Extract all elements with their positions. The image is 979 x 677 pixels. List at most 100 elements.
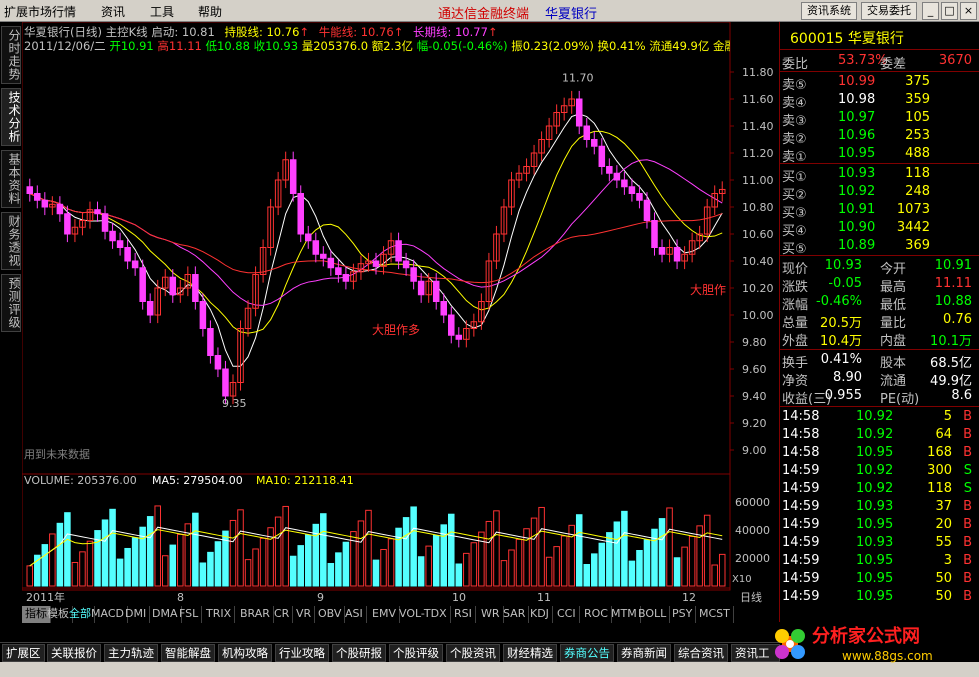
volume-bar <box>109 508 116 587</box>
indicator-tab[interactable]: CR <box>271 606 294 623</box>
stat-value: 0.76 <box>943 312 972 327</box>
tick-price: 10.95 <box>856 553 894 568</box>
tab-intraday[interactable]: 分时走势 <box>1 26 21 84</box>
stat-value: 10.88 <box>934 294 972 309</box>
indicator-tab[interactable]: VOL-TDX <box>396 606 451 623</box>
candle <box>575 98 583 127</box>
volume-bar <box>387 538 395 587</box>
tab-forecast[interactable]: 预测评级 <box>1 274 21 332</box>
menu-tools[interactable]: 工具 <box>150 3 174 20</box>
chart-canvas[interactable]: 11.80 11.60 11.40 11.20 11.00 10.80 10.60 10.40… <box>22 22 780 606</box>
indicator-tab[interactable]: CCI <box>554 606 580 623</box>
fund-value: 8.6 <box>951 388 972 403</box>
kline-float: 流通49.9亿 <box>649 39 710 52</box>
info-tab[interactable]: 财经精选 <box>503 644 557 662</box>
tick-volume: 55 <box>935 535 952 550</box>
kline-high: 高11.11 <box>157 39 202 52</box>
volume-bar <box>214 541 222 587</box>
indicator-tab[interactable]: VR <box>293 606 316 623</box>
indicator-tab[interactable]: PSY <box>669 606 697 623</box>
volume-bar <box>154 505 161 587</box>
volume-bar <box>86 540 94 587</box>
sell-price: 10.97 <box>838 110 876 125</box>
tick-volume: 20 <box>935 517 952 532</box>
kline-date: 2011/12/06/二 <box>24 39 106 52</box>
candle <box>673 247 681 262</box>
info-tab[interactable]: 关联报价 <box>47 644 101 662</box>
candle <box>372 260 380 267</box>
indicator-tab[interactable]: RSI <box>451 606 476 623</box>
indicator-tab[interactable]: BRAR <box>237 606 274 623</box>
sell-price: 10.96 <box>838 128 876 143</box>
minimize-icon[interactable]: _ <box>922 2 939 20</box>
info-tab[interactable]: 主力轨迹 <box>104 644 158 662</box>
indicator-tab[interactable]: DMI <box>122 606 151 623</box>
info-tab[interactable]: 智能解盘 <box>161 644 215 662</box>
kline-close: 收10.93 <box>253 39 299 52</box>
buy-price: 10.90 <box>838 220 876 235</box>
indicator-tab[interactable]: TRIX <box>203 606 236 623</box>
buy-volume: 369 <box>905 238 930 253</box>
candle <box>94 209 101 215</box>
indicator-tab[interactable]: BOLL <box>635 606 671 623</box>
tab-fundamental[interactable]: 基本资料 <box>1 150 21 208</box>
tab-technical[interactable]: 技术分析 <box>1 88 21 146</box>
info-tab[interactable]: 个股评级 <box>389 644 443 662</box>
menu-help[interactable]: 帮助 <box>198 3 222 20</box>
volume-bar <box>718 553 726 587</box>
menu-extended-market[interactable]: 扩展市场行情 <box>4 3 76 20</box>
volume-bar <box>417 556 425 587</box>
info-tab[interactable]: 个股资讯 <box>446 644 500 662</box>
volume-bar <box>455 563 463 587</box>
tick-volume: 37 <box>935 499 952 514</box>
annot-dadan-2: 大胆作 <box>690 283 726 297</box>
volume-bar <box>448 513 455 587</box>
candle <box>410 267 417 282</box>
info-tab[interactable]: 券商新闻 <box>617 644 671 662</box>
candle <box>643 199 651 221</box>
sell-volume: 359 <box>905 92 930 107</box>
close-icon[interactable]: × <box>960 2 977 20</box>
period-label[interactable]: 日线 <box>740 590 762 604</box>
volume-bar <box>530 517 538 587</box>
candle <box>395 240 402 262</box>
candle <box>304 233 312 242</box>
indicator-tab[interactable]: OBV <box>315 606 346 623</box>
chart-pane[interactable]: 11.80 11.60 11.40 11.20 11.00 10.80 10.60 10.40… <box>22 22 774 604</box>
logo-text: 分析家公式网 <box>812 625 920 647</box>
info-tab[interactable]: 扩展区 <box>2 644 45 662</box>
buy-price: 10.89 <box>838 238 876 253</box>
app-title: 通达信金融终端 <box>438 7 530 22</box>
info-tab[interactable]: 个股研报 <box>332 644 386 662</box>
indicator-tab[interactable]: SAR <box>500 606 530 623</box>
volume-bar <box>583 564 591 587</box>
info-tab[interactable]: 券商公告 <box>560 644 614 662</box>
indicator-tab[interactable]: KDJ <box>527 606 553 623</box>
kline-qidong: 启动: 10.81 <box>151 25 215 39</box>
candle <box>651 220 658 248</box>
info-tab[interactable]: 行业攻略 <box>275 644 329 662</box>
indicator-tab[interactable]: MCST <box>696 606 734 623</box>
volume-bar <box>320 513 327 587</box>
trade-button[interactable]: 交易委托 <box>861 2 917 20</box>
indicator-tab[interactable]: FSL <box>176 606 203 623</box>
site-logo: 分析家公式网 www.88gs.com <box>775 625 933 663</box>
fund-label: PE(动) <box>880 392 920 407</box>
sell-price: 10.95 <box>838 146 876 161</box>
menu-info[interactable]: 资讯 <box>101 3 125 20</box>
candle <box>628 186 636 194</box>
annot-low: 9.35 <box>222 397 247 410</box>
maximize-icon[interactable]: □ <box>941 2 958 20</box>
sell-volume: 253 <box>905 128 930 143</box>
info-system-button[interactable]: 资讯系统 <box>801 2 857 20</box>
menu-bar: 扩展市场行情 资讯 工具 帮助 通达信金融终端 华夏银行 资讯系统 交易委托 _… <box>0 0 979 22</box>
price-axis-tick: 10.00 <box>742 309 774 322</box>
fund-value: 8.90 <box>833 370 862 385</box>
info-tab[interactable]: 机构攻略 <box>218 644 272 662</box>
indicator-tab[interactable]: ASI <box>342 606 367 623</box>
volume-bar <box>688 535 696 587</box>
info-tab[interactable]: 综合资讯 <box>674 644 728 662</box>
sell-volume: 105 <box>905 110 930 125</box>
price-axis-tick: 9.60 <box>742 363 767 376</box>
tab-financial[interactable]: 财务透视 <box>1 212 21 270</box>
